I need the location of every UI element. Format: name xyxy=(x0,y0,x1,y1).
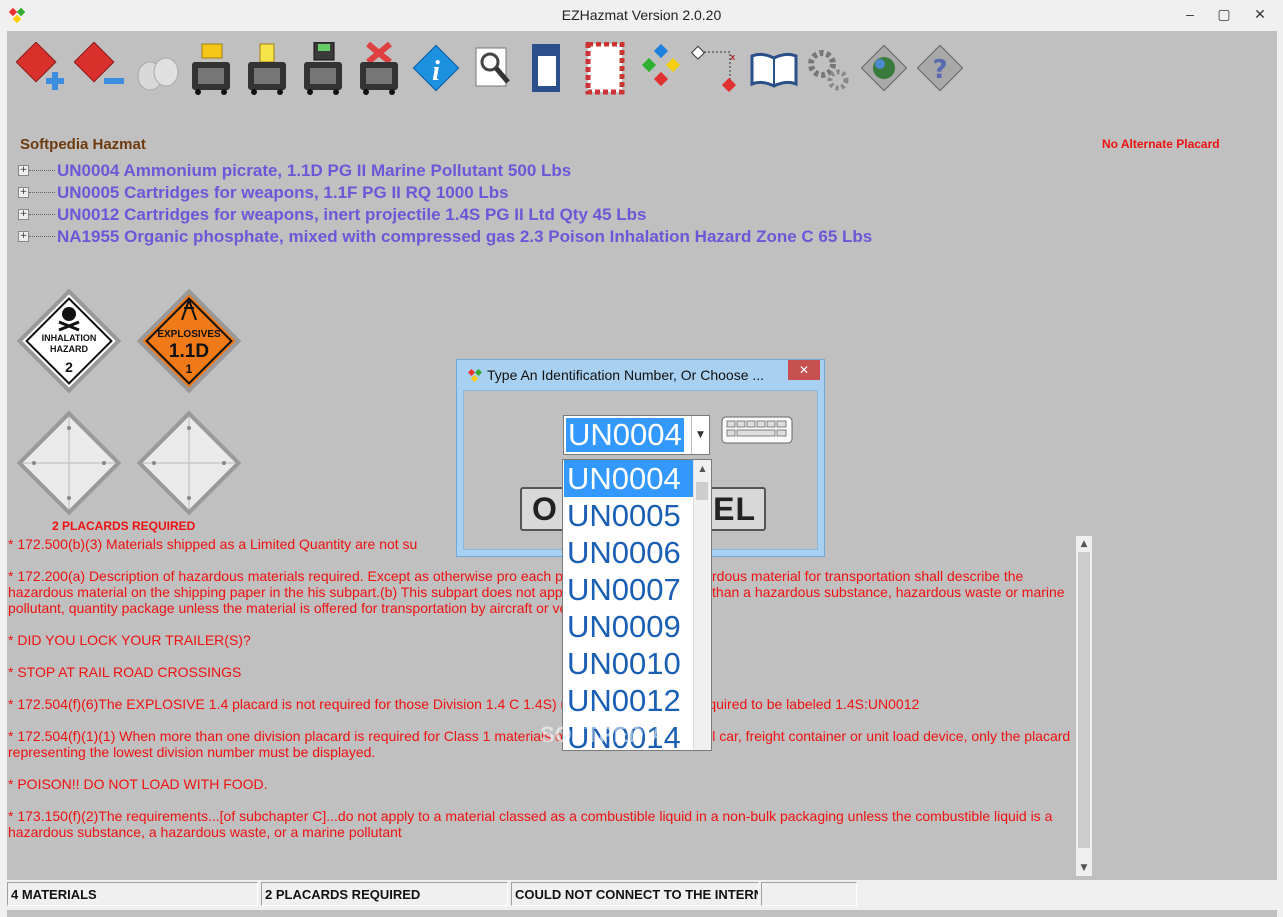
id-combobox-value[interactable]: UN0004 xyxy=(566,418,684,452)
id-dropdown-list[interactable]: UN0004 UN0005 UN0006 UN0007 UN0009 UN001… xyxy=(562,459,712,751)
placard-line1: INHALATION xyxy=(42,333,97,343)
chevron-down-icon[interactable]: ▼ xyxy=(691,416,709,454)
compatibility-icon[interactable]: x xyxy=(690,42,742,96)
segregation-icon[interactable] xyxy=(634,42,686,96)
new-file-icon[interactable] xyxy=(242,42,294,96)
dropdown-option[interactable]: UN0004 xyxy=(564,460,697,497)
dropdown-option[interactable]: UN0009 xyxy=(564,608,697,645)
note: * DID YOU LOCK YOUR TRAILER(S)? xyxy=(8,632,251,648)
svg-text:?: ? xyxy=(932,55,947,85)
explosives-placard: EXPLOSIVES 1.1D 1 xyxy=(136,288,242,394)
expand-icon[interactable]: + xyxy=(18,165,29,176)
save-icon[interactable] xyxy=(298,42,350,96)
dropdown-scrollbar[interactable]: ▲ xyxy=(693,460,711,750)
placard-class: 2 xyxy=(65,359,73,375)
note: * 172.200(a) Description of hazardous ma… xyxy=(8,568,1065,616)
alternate-placard-status: No Alternate Placard xyxy=(1102,137,1220,151)
empty-placard xyxy=(16,410,122,516)
gear-icon[interactable] xyxy=(802,42,854,96)
placard-line2: HAZARD xyxy=(50,344,88,354)
dialog-close-button[interactable]: ✕ xyxy=(788,360,820,380)
inhalation-hazard-placard: INHALATION HAZARD 2 xyxy=(16,288,122,394)
status-extra xyxy=(761,882,857,906)
expand-icon[interactable]: + xyxy=(18,231,29,242)
placard-class: 1 xyxy=(186,362,193,376)
status-materials: 4 MATERIALS xyxy=(7,882,258,906)
book-icon[interactable] xyxy=(748,42,800,96)
dropdown-option[interactable]: UN0012 xyxy=(564,682,697,719)
regulation-notes: * 172.500(b)(3) Materials shipped as a L… xyxy=(8,536,1076,876)
scroll-thumb[interactable] xyxy=(1078,552,1090,848)
remove-material-icon[interactable] xyxy=(74,42,126,96)
status-connection: COULD NOT CONNECT TO THE INTERNE xyxy=(511,882,759,906)
search-document-icon[interactable] xyxy=(468,42,520,96)
dropdown-option[interactable]: UN0005 xyxy=(564,497,697,534)
scroll-thumb[interactable] xyxy=(696,482,708,500)
dialog-title: Type An Identification Number, Or Choose… xyxy=(487,367,765,383)
company-name: Softpedia Hazmat xyxy=(20,136,146,153)
id-combobox[interactable]: UN0004 ▼ xyxy=(563,415,710,455)
close-button[interactable]: ✕ xyxy=(1238,0,1282,28)
delete-file-icon[interactable] xyxy=(354,42,406,96)
ok-button[interactable]: O xyxy=(532,491,558,527)
info-icon[interactable]: i xyxy=(410,42,462,96)
notes-scrollbar[interactable]: ▲ ▼ xyxy=(1076,536,1092,876)
dropdown-option[interactable]: UN0010 xyxy=(564,645,697,682)
expand-icon[interactable]: + xyxy=(18,209,29,220)
empty-placard xyxy=(136,410,242,516)
document-icon[interactable] xyxy=(524,42,576,96)
open-file-icon[interactable] xyxy=(186,42,238,96)
dropdown-option[interactable]: UN0006 xyxy=(564,534,697,571)
scroll-up-icon[interactable]: ▲ xyxy=(1076,536,1092,552)
note: * STOP AT RAIL ROAD CROSSINGS xyxy=(8,664,242,680)
svg-text:x: x xyxy=(730,53,736,63)
placard-line1: EXPLOSIVES xyxy=(157,329,221,340)
window-title: EZHazmat Version 2.0.20 xyxy=(561,7,722,23)
expand-icon[interactable]: + xyxy=(18,187,29,198)
status-bar: 4 MATERIALS 2 PLACARDS REQUIRED COULD NO… xyxy=(7,880,1277,910)
add-material-icon[interactable] xyxy=(16,42,68,96)
note: * POISON!! DO NOT LOAD WITH FOOD. xyxy=(8,776,268,792)
watermark: SOFTPEDIA xyxy=(540,722,666,747)
maximize-button[interactable]: ▢ xyxy=(1210,0,1238,28)
scroll-down-icon[interactable]: ▼ xyxy=(1076,860,1092,876)
dropdown-option[interactable]: UN0007 xyxy=(564,571,697,608)
minimize-button[interactable]: – xyxy=(1170,0,1210,28)
globe-icon[interactable] xyxy=(858,42,910,96)
svg-text:i: i xyxy=(432,56,440,87)
clear-icon[interactable] xyxy=(132,42,184,96)
status-placards: 2 PLACARDS REQUIRED xyxy=(261,882,508,906)
scroll-up-icon[interactable]: ▲ xyxy=(694,460,711,477)
placard-frame-icon[interactable] xyxy=(580,42,632,96)
placard-line2: 1.1D xyxy=(169,341,209,362)
placards-required: 2 PLACARDS REQUIRED xyxy=(52,519,196,533)
keyboard-icon[interactable] xyxy=(721,416,793,444)
title-bar: EZHazmat Version 2.0.20 – ▢ ✕ xyxy=(0,0,1283,32)
note: * 173.150(f)(2)The requirements...[of su… xyxy=(8,808,1053,840)
app-icon xyxy=(468,369,482,383)
help-icon[interactable]: ? xyxy=(914,42,966,96)
note: * 172.504(f)(6)The EXPLOSIVE 1.4 placard… xyxy=(8,696,920,712)
